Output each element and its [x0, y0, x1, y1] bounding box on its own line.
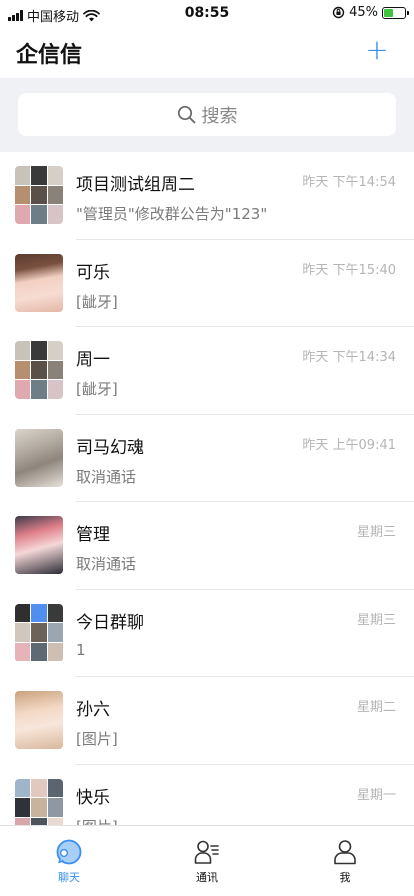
- chat-name: 周一: [76, 350, 110, 370]
- tab-label: 通讯: [196, 871, 218, 884]
- chat-preview: [龇牙]: [76, 380, 118, 398]
- tab-label: 我: [339, 871, 351, 884]
- add-button[interactable]: +: [362, 35, 392, 65]
- chat-name: 孙六: [76, 700, 110, 720]
- group-avatar: [15, 166, 63, 224]
- chat-preview: 1: [76, 640, 86, 659]
- battery-percent: 45%: [349, 5, 378, 20]
- chat-preview: "管理员"修改群公告为"123": [76, 205, 268, 223]
- chat-item[interactable]: 可乐 [龇牙] 昨天 下午15:40: [0, 240, 414, 327]
- contacts-icon: [194, 840, 219, 864]
- avatar: [15, 691, 63, 749]
- profile-icon: [334, 840, 356, 865]
- avatar: [15, 428, 63, 487]
- chat-preview: [图片]: [76, 816, 118, 826]
- chat-time: 昨天 下午14:54: [302, 175, 396, 190]
- chat-time: 星期三: [356, 612, 396, 628]
- plus-icon: +: [365, 33, 389, 66]
- chat-preview: [图片]: [76, 730, 118, 748]
- search-placeholder: 搜索: [201, 105, 238, 127]
- chat-item[interactable]: 周一 [龇牙] 昨天 下午14:34: [0, 327, 414, 415]
- chat-item[interactable]: 孙六 [图片] 星期二: [0, 677, 414, 765]
- search-input[interactable]: 搜索: [18, 93, 396, 136]
- chat-name: 可乐: [76, 262, 110, 283]
- chat-item[interactable]: 项目测试组周二 "管理员"修改群公告为"123" 昨天 下午14:54: [0, 152, 414, 240]
- tab-bar: 聊天 通讯 我: [0, 825, 414, 896]
- group-avatar: [15, 603, 63, 662]
- chat-time: 昨天 下午14:34: [302, 350, 396, 365]
- chat-time: 星期二: [356, 700, 396, 715]
- chat-preview: [龇牙]: [76, 292, 118, 311]
- chat-time: 昨天 上午09:41: [302, 437, 396, 453]
- tab-contacts[interactable]: 通讯: [138, 826, 276, 896]
- chat-time: 星期三: [356, 525, 396, 540]
- chat-item[interactable]: 司马幻魂 取消通话 昨天 上午09:41: [0, 415, 414, 502]
- avatar: [15, 253, 63, 312]
- chat-item[interactable]: 今日群聊 1 星期三: [0, 590, 414, 677]
- chat-name: 项目测试组周二: [76, 175, 195, 195]
- group-avatar: [15, 778, 63, 825]
- chat-name: 司马幻魂: [76, 437, 144, 458]
- page-title: 企信信: [16, 43, 83, 68]
- status-bar: 中国移动 08:55 45%: [0, 0, 414, 28]
- chat-item[interactable]: 快乐 [图片] 星期一: [0, 765, 414, 826]
- chat-list[interactable]: 项目测试组周二 "管理员"修改群公告为"123" 昨天 下午14:54 可乐 […: [0, 152, 414, 825]
- avatar: [15, 516, 63, 574]
- group-avatar: [15, 341, 63, 399]
- header: 企信信 +: [0, 28, 414, 78]
- chat-preview: 取消通话: [76, 467, 137, 486]
- chat-icon: [56, 839, 82, 865]
- chat-item[interactable]: 管理 取消通话 星期三: [0, 502, 414, 590]
- chat-name: 管理: [76, 525, 110, 545]
- chat-name: 快乐: [76, 787, 110, 808]
- status-right: 45%: [332, 5, 409, 20]
- tab-profile[interactable]: 我: [276, 826, 414, 896]
- search-icon: [177, 105, 195, 124]
- tab-label: 聊天: [58, 871, 80, 884]
- search-section: 搜索: [0, 78, 414, 152]
- tab-chat[interactable]: 聊天: [0, 826, 138, 896]
- chat-time: 昨天 下午15:40: [302, 262, 396, 278]
- chat-name: 今日群聊: [76, 612, 144, 633]
- rotation-lock-icon: [332, 6, 345, 19]
- battery-icon: [382, 6, 409, 19]
- chat-preview: 取消通话: [76, 555, 137, 573]
- chat-time: 星期一: [356, 787, 396, 803]
